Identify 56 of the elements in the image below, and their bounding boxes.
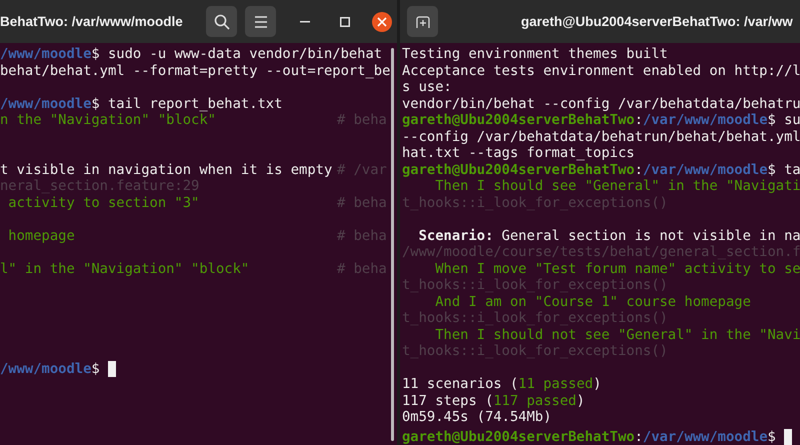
- output-text: Acceptance tests environment enabled on http://l: [402, 62, 800, 79]
- prompt-path: /var/www/moodle: [642, 112, 768, 128]
- step-text: 117 passed: [493, 392, 576, 409]
- prompt-user: gareth@Ubu2004serverBehatTwo: [402, 428, 635, 445]
- menu-button[interactable]: [245, 6, 276, 37]
- prompt-user: gareth@Ubu2004serverBehatTwo: [402, 162, 635, 178]
- output-text: :: [634, 162, 643, 178]
- output-text: --config /var/behatdata/behatrun/behat/behat.yml: [402, 128, 800, 145]
- step-text: n the "Navigation" "block": [0, 112, 216, 128]
- output-text: 117 steps (: [402, 392, 494, 409]
- step-text: 11 passed: [518, 376, 594, 392]
- output-text: $: [768, 428, 776, 445]
- step-text: activity to section "3": [7, 194, 200, 211]
- output-text: :: [634, 112, 643, 128]
- output-text: $ sudo -u www-data vendor/bin/behat: [91, 46, 382, 62]
- output-text: ): [593, 376, 602, 392]
- output-text: :: [634, 428, 643, 445]
- output-text: $: [91, 360, 100, 377]
- search-icon: [214, 14, 230, 30]
- step-text: And I am on "Course 1" course homepage: [434, 294, 751, 310]
- maximize-icon: [340, 16, 350, 26]
- prompt-user: gareth@Ubu2004serverBehatTwo: [402, 112, 635, 128]
- close-button[interactable]: [372, 12, 392, 32]
- minimize-icon: [300, 20, 310, 22]
- output-text: vendor/bin/behat --config /var/behatdata/behatru: [402, 96, 800, 112]
- step-text: l" in the "Navigation" "block": [0, 260, 250, 277]
- output-text: hat.txt --tags format_topics: [402, 145, 635, 162]
- output-text: $ ta: [768, 162, 800, 178]
- output-text: ): [576, 392, 585, 409]
- output-text: $ tail report_behat.txt: [91, 96, 282, 112]
- output-text: Testing environment themes built: [402, 46, 668, 62]
- new-tab-button[interactable]: [407, 6, 438, 37]
- output-text: 0m59.45s (74.54Mb): [402, 409, 552, 426]
- step-text: Then I should not see "General" in the "Navi: [434, 326, 800, 343]
- prompt-path: /www/moodle: [0, 46, 92, 62]
- output-text: General section is not visible in na: [500, 228, 800, 244]
- prompt-path: /var/www/moodle: [642, 428, 768, 445]
- output-text: s use:: [402, 79, 452, 96]
- prompt-path: /var/www/moodle: [642, 162, 768, 178]
- output-text: behat/behat.yml --format=pretty --out=report_be: [0, 62, 390, 79]
- step-text: When I move "Test forum name" activity to se: [434, 260, 800, 277]
- menu-icon: [254, 16, 268, 28]
- step-text: Then I should see "General" in the "Navigati: [434, 178, 800, 194]
- scrollbar[interactable]: [391, 48, 394, 441]
- window-title: BehatTwo: /var/www/moodle: [0, 14, 184, 29]
- output-text: Scenario:: [418, 228, 494, 244]
- output-text: t visible in navigation when it is empty: [0, 162, 332, 178]
- output-text: $ su: [768, 112, 800, 128]
- close-icon: [377, 16, 387, 26]
- new-tab-icon: [416, 16, 430, 28]
- prompt-path: /www/moodle: [0, 96, 92, 112]
- prompt-path: /www/moodle: [0, 360, 92, 377]
- output-text: 11 scenarios (: [402, 376, 518, 392]
- search-button[interactable]: [206, 6, 237, 37]
- step-text: homepage: [7, 228, 75, 244]
- window-title: gareth@Ubu2004serverBehatTwo: /var/ww: [521, 14, 793, 29]
